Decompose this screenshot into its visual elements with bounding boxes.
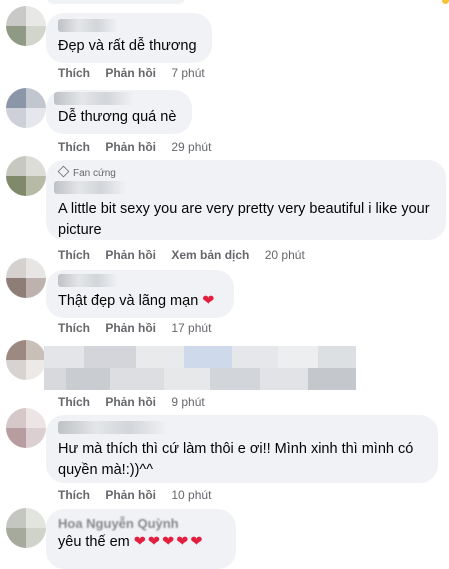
timestamp[interactable]: 7 phút [171, 66, 204, 80]
like-button[interactable]: Thích [58, 248, 90, 262]
commenter-name-blurred[interactable] [58, 421, 168, 434]
comment-bubble: Dễ thương quá nè [46, 90, 192, 134]
reply-button[interactable]: Phản hồi [105, 321, 156, 335]
timestamp[interactable]: 17 phút [171, 321, 211, 335]
avatar[interactable] [6, 408, 46, 448]
reply-button[interactable]: Phản hồi [105, 488, 156, 502]
reply-button[interactable]: Phản hồi [105, 395, 156, 409]
comment-text: Hư mà thích thì cứ làm thôi e ơi!! Mình … [58, 441, 414, 478]
fan-badge-label: Fan cứng [73, 168, 116, 179]
comment-text-label: yêu thế em [58, 534, 130, 550]
comment-bubble-partial [46, 0, 186, 4]
comment-text: yêu thế em ❤❤❤❤❤ [58, 532, 205, 553]
comment-text: Thật đẹp và lãng mạn ❤ [58, 291, 214, 312]
smiley-icon [442, 0, 449, 4]
reply-button[interactable]: Phản hồi [105, 66, 156, 80]
comment-text: A little bit sexy you are very pretty ve… [58, 201, 430, 238]
timestamp[interactable]: 20 phút [265, 248, 305, 262]
comment-actions: Thích Phản hồi 7 phút [58, 66, 217, 80]
like-button[interactable]: Thích [58, 395, 90, 409]
avatar[interactable] [6, 156, 46, 196]
commenter-name-blurred[interactable] [54, 181, 126, 194]
avatar[interactable] [6, 508, 46, 548]
censored-comment-mosaic [44, 368, 356, 390]
commenter-name-blurred[interactable] [58, 19, 118, 32]
comment-actions: Thích Phản hồi 17 phút [58, 321, 223, 335]
commenter-name-blurred[interactable] [58, 274, 118, 287]
see-translation-button[interactable]: Xem bản dịch [171, 248, 249, 262]
diamond-icon [57, 165, 70, 178]
comment-bubble: Đẹp và rất dễ thương [46, 13, 212, 63]
reply-button[interactable]: Phản hồi [105, 140, 156, 154]
comment-text: Dễ thương quá nè [58, 109, 177, 125]
heart-emoji-icon: ❤ [202, 293, 215, 309]
timestamp[interactable]: 9 phút [171, 395, 204, 409]
like-button[interactable]: Thích [58, 488, 90, 502]
censored-comment-mosaic [44, 346, 356, 368]
comment-bubble: Hoa Nguyễn Quỳnh yêu thế em ❤❤❤❤❤ [46, 509, 236, 569]
fan-badge: Fan cứng [57, 165, 116, 179]
commenter-name[interactable]: Hoa Nguyễn Quỳnh [58, 516, 179, 531]
avatar[interactable] [6, 340, 46, 380]
like-button[interactable]: Thích [58, 321, 90, 335]
comment-actions: Thích Phản hồi 10 phút [58, 488, 223, 502]
comment-bubble: Fan cứng A little bit sexy you are very … [46, 160, 446, 240]
like-button[interactable]: Thích [58, 140, 90, 154]
comment-actions: Thích Phản hồi Xem bản dịch 20 phút [58, 248, 317, 262]
comment-actions: Thích Phản hồi 29 phút [58, 140, 223, 154]
heart-emoji-icon: ❤❤❤❤❤ [133, 534, 205, 550]
avatar[interactable] [6, 258, 46, 298]
like-button[interactable]: Thích [58, 66, 90, 80]
comment-actions: Thích Phản hồi 9 phút [58, 395, 217, 409]
comment-bubble: Thật đẹp và lãng mạn ❤ [46, 270, 234, 318]
reply-button[interactable]: Phản hồi [105, 248, 156, 262]
avatar[interactable] [6, 88, 46, 128]
avatar[interactable] [6, 6, 46, 46]
timestamp[interactable]: 10 phút [171, 488, 211, 502]
comment-bubble: Hư mà thích thì cứ làm thôi e ơi!! Mình … [46, 415, 438, 483]
comment-text-label: Thật đẹp và lãng mạn [58, 293, 199, 309]
timestamp[interactable]: 29 phút [171, 140, 211, 154]
comment-text: Đẹp và rất dễ thương [58, 38, 197, 54]
commenter-name-blurred[interactable] [54, 92, 134, 105]
